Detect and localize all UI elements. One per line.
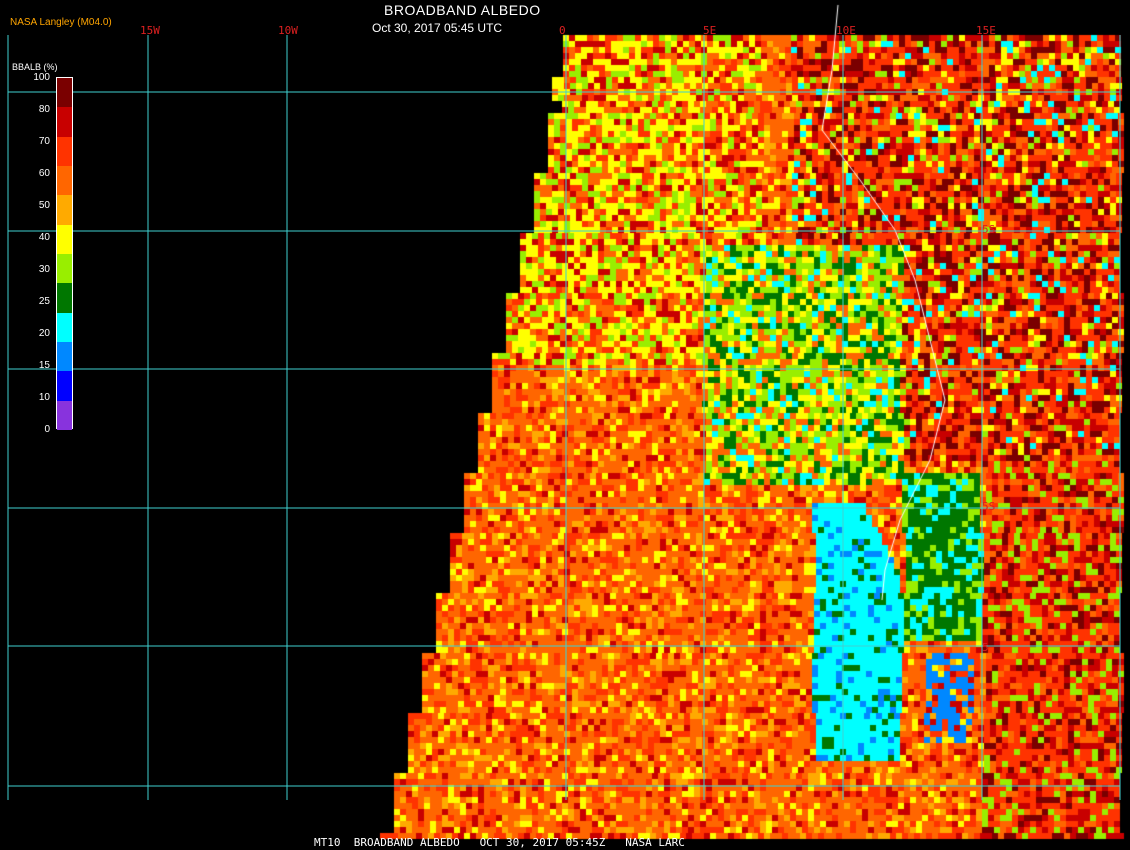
lon-label-10w: 10W [278, 24, 298, 37]
colorbar-tick-label: 50 [38, 200, 50, 211]
colorbar-swatch [57, 312, 72, 343]
colorbar-tick-label: 0 [44, 424, 50, 435]
colorbar-swatch [57, 371, 72, 402]
colorbar-swatch [57, 107, 72, 138]
colorbar-tick-label: 20 [38, 328, 50, 339]
colorbar-swatch [57, 78, 72, 108]
colorbar-swatch [57, 400, 72, 431]
lat-label-a: 5S [982, 223, 996, 236]
colorbar-tick-label: 70 [38, 136, 50, 147]
colorbar [56, 77, 73, 431]
colorbar-swatch [57, 283, 72, 314]
albedo-map: NASA Langley (M04.0) BROADBAND ALBEDO Oc… [0, 0, 1130, 850]
colorbar-tick-label: 30 [38, 264, 50, 275]
lon-label-0: 0 [559, 24, 566, 37]
colorbar-swatch [57, 136, 72, 167]
lat-label-c: 5 [982, 641, 989, 654]
colorbar-tick-label: 25 [38, 296, 50, 307]
lat-label-b: 5S [982, 500, 996, 513]
colorbar-swatch [57, 342, 72, 372]
colorbar-swatch [57, 166, 72, 196]
colorbar-tick-label: 60 [38, 168, 50, 179]
colorbar-title: BBALB (%) [12, 62, 58, 72]
footer-caption: MT10 BROADBAND ALBEDO OCT 30, 2017 05:45… [314, 836, 685, 849]
lon-label-15w: 15W [140, 24, 160, 37]
map-title: BROADBAND ALBEDO [384, 2, 541, 18]
colorbar-swatch [57, 224, 72, 255]
colorbar-tick-label: 100 [33, 72, 50, 83]
lon-label-10e: 10E [836, 24, 856, 37]
colorbar-tick-label: 10 [38, 392, 50, 403]
colorbar-tick-label: 80 [38, 104, 50, 115]
lon-label-5e: 5E [703, 24, 717, 37]
map-datetime: Oct 30, 2017 05:45 UTC [372, 21, 503, 35]
colorbar-tick-label: 40 [38, 232, 50, 243]
lon-label-15e: 15E [976, 24, 996, 37]
colorbar-swatch [57, 195, 72, 226]
agency-label: NASA Langley (M04.0) [10, 17, 112, 28]
lat-lon-grid [7, 35, 1121, 800]
colorbar-swatch [57, 254, 72, 284]
colorbar-tick-label: 15 [38, 360, 50, 371]
